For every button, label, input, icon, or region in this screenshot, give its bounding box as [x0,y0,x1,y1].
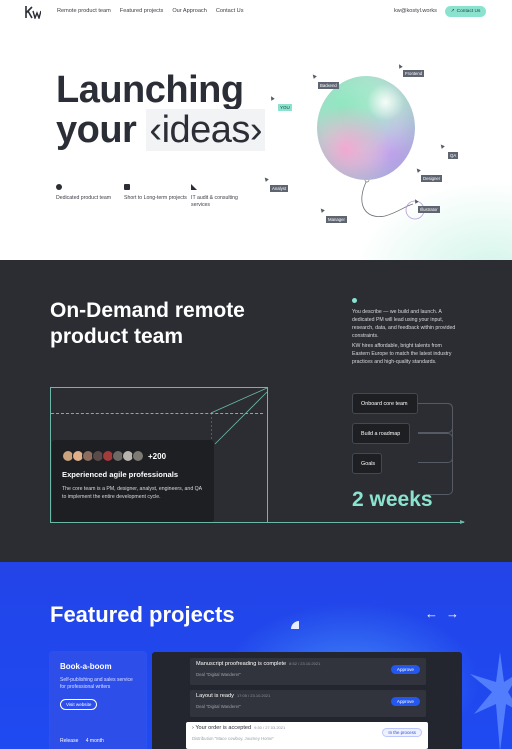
contact-us-button[interactable]: ↗ Contact Us [445,6,486,17]
cursor-arrow-icon [311,73,317,79]
release-info: Release 4 month [60,738,104,744]
release-value: 4 month [85,738,104,744]
row-sub: Deal "Digital Wanderer" [196,704,241,709]
team-title: On-Demand remote product team [50,299,245,348]
email-link[interactable]: kw@kostyl.works [394,8,437,14]
role-tag-illustrator: Illustrator [418,206,440,213]
project-desc: Self-publishing and sales service for pr… [60,677,133,690]
feature-team: Dedicated product team [56,184,120,202]
cursor-arrow-icon [415,167,421,173]
hero-title-ideas: ‹ideas› [146,109,266,151]
frame-perspective [211,388,268,524]
duration-label: 2 weeks [352,488,433,511]
row-date: 17:05 / 23.10.2021 [236,693,271,698]
main-nav: Remote product team Featured projects Ou… [57,8,244,14]
hero-title-your: your [56,109,137,151]
nav-our-approach[interactable]: Our Approach [172,8,207,14]
step-roadmap: Build a roadmap [352,423,410,444]
row-title: Your order is accepted [195,725,252,731]
cursor-arrow-icon [319,207,325,213]
cursor-arrow-icon [263,176,269,182]
role-tag-qa: QA [448,152,459,159]
hero-title-line1: Launching [56,69,244,111]
order-row: Manuscript proofreading is complete 8:52 … [190,658,426,685]
order-row: Layout is ready 17:05 / 23.10.2021 Deal "… [190,690,426,717]
square-icon [124,184,130,190]
team-card: +200 Experienced agile professionals The… [52,440,214,522]
visit-website-button[interactable]: Visit website [60,699,98,710]
order-row: › Your order is accepted 9:30 / 27.03.202… [186,722,428,749]
project-card: Book-a-boom Self-publishing and sales se… [50,652,146,749]
arrow-left-icon[interactable]: ← [425,606,438,621]
cursor-arrow-icon [439,143,445,149]
hero-section: Launching your ‹ideas› YOU Dedicated pro… [0,24,512,260]
release-label: Release [60,738,79,744]
nav-contact[interactable]: Contact Us [216,8,244,14]
feature-projects-label: Short to Long-term projects [124,195,187,201]
decor-quarter-circle [291,621,299,629]
team-section: On-Demand remote product team You descri… [0,260,512,562]
timeline-axis [50,522,464,523]
status-badge: In the process [382,728,422,737]
feature-projects: Short to Long-term projects [124,184,188,202]
row-date: 8:52 / 23.10.2021 [289,661,321,666]
team-paragraph-1: You describe — we build and launch. A de… [352,309,456,339]
row-sub: Deal "Digital Wanderer" [196,672,241,677]
accent-dot [352,298,357,303]
role-tag-designer: Designer [421,175,443,182]
project-preview: Manuscript proofreading is complete 8:52 … [152,652,462,749]
avatar [132,450,144,462]
site-header: Remote product team Featured projects Ou… [0,0,512,24]
row-date: 9:30 / 27.03.2021 [254,725,286,730]
arrow-right-icon[interactable]: → [446,606,459,621]
cursor-arrow-icon [397,63,403,69]
projects-title: Featured projects [50,602,235,627]
nav-remote-team[interactable]: Remote product team [57,8,111,14]
team-count: +200 [148,451,167,461]
decor-spikes [470,652,512,749]
avatar-stack: +200 [62,450,204,462]
role-tag-backend: Backend [318,82,339,89]
contact-us-label: Contact Us [456,9,481,14]
timeline-arrow-icon [460,520,465,524]
nav-featured-projects[interactable]: Featured projects [120,8,164,14]
step-onboard: Onboard core team [352,393,418,414]
row-title: Layout is ready [196,693,234,699]
arrow-up-right-icon: ↗ [450,9,455,14]
team-paragraph-2: KW hires affordable, bright talents from… [352,343,452,365]
feature-audit: IT audit & consulting services [191,184,255,209]
step-goals: Goals [352,453,382,474]
hero-title: Launching your ‹ideas› [56,69,266,151]
feature-audit-label: IT audit & consulting services [191,195,238,208]
team-card-desc: The core team is a PM, designer, analyst… [62,486,202,500]
kw-logo[interactable] [25,5,41,19]
team-card-title: Experienced agile professionals [62,470,179,479]
project-name: Book-a-boom [60,662,112,671]
hero-sphere [317,76,415,180]
you-badge: YOU [278,104,292,111]
row-title: Manuscript proofreading is complete [196,661,287,667]
feature-team-label: Dedicated product team [56,195,112,201]
cursor-arrow-icon [269,95,275,101]
circle-icon [56,184,62,190]
role-tag-analyst: Analyst [270,185,289,192]
approve-button[interactable]: Approve [390,697,420,706]
chevron-right-icon: › [192,725,194,731]
triangle-icon [191,184,197,190]
role-tag-frontend: Frontend [403,70,425,77]
role-tag-manager: Manager [326,216,347,223]
approve-button[interactable]: Approve [390,665,420,674]
projects-section: Featured projects ← → Book-a-boom Self-p… [0,562,512,749]
